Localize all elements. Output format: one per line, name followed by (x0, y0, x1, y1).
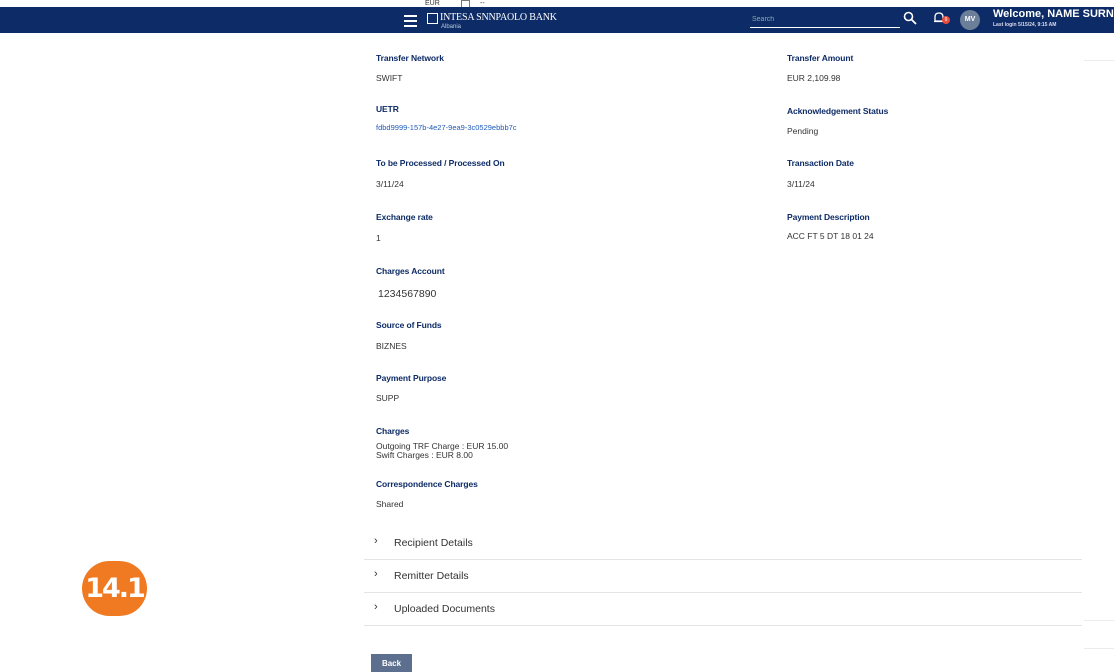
back-button[interactable]: Back (371, 654, 412, 672)
payment-purpose-value: SUPP (376, 393, 400, 403)
charges-label: Charges (376, 426, 410, 436)
ack-status-value: Pending (787, 126, 819, 136)
accordion-label: Remitter Details (394, 570, 469, 582)
correspondence-charges-label: Correspondence Charges (376, 479, 478, 489)
last-login-text: Last login 5/15/24, 9:15 AM (993, 22, 1057, 28)
chevron-right-icon: › (374, 568, 378, 580)
exchange-rate-label: Exchange rate (376, 212, 433, 222)
accordion-uploaded-documents[interactable]: › Uploaded Documents (364, 592, 1082, 626)
transfer-network-value: SWIFT (376, 73, 403, 83)
charges-account-value: 1234567890 (378, 288, 437, 300)
transaction-date-value: 3/11/24 (787, 179, 815, 189)
transfer-network-label: Transfer Network (376, 53, 444, 63)
charges-line-2: Swift Charges : EUR 8.00 (376, 450, 473, 460)
processed-on-value: 3/11/24 (376, 179, 404, 189)
side-divider (1084, 620, 1114, 621)
hamburger-menu-icon[interactable] (404, 13, 417, 27)
snippet-dash: -- (480, 0, 485, 7)
search-icon[interactable] (903, 11, 917, 25)
payment-description-label: Payment Description (787, 212, 870, 222)
uetr-label: UETR (376, 104, 399, 114)
source-of-funds-value: BIZNES (376, 341, 407, 351)
chevron-right-icon: › (374, 535, 378, 547)
source-of-funds-label: Source of Funds (376, 320, 442, 330)
exchange-rate-value: 1 (376, 233, 381, 243)
accordion-label: Uploaded Documents (394, 603, 495, 615)
transfer-amount-value: EUR 2,109.98 (787, 73, 841, 83)
bank-country: Albania (441, 24, 462, 30)
notification-badge: 9 (942, 16, 950, 24)
step-number-badge: 14.1 (82, 561, 147, 616)
correspondence-charges-value: Shared (376, 499, 404, 509)
payment-description-value: ACC FT 5 DT 18 01 24 (787, 231, 874, 241)
accordion-label: Recipient Details (394, 537, 473, 549)
avatar[interactable]: MV (960, 10, 980, 30)
uetr-value[interactable]: fdbd9999-157b-4e27-9ea9-3c0529ebbb7c (376, 123, 517, 132)
payment-purpose-label: Payment Purpose (376, 373, 447, 383)
ack-status-label: Acknowledgement Status (787, 106, 889, 116)
accordion-remitter-details[interactable]: › Remitter Details (364, 559, 1082, 593)
bank-name: INTESA SNNPAOLO BANK (440, 12, 557, 23)
side-divider (1084, 648, 1114, 649)
logo-mark-icon (427, 13, 438, 24)
chevron-right-icon: › (374, 601, 378, 613)
top-navigation-bar: INTESA SNNPAOLO BANK Albania 9 MV Welcom… (0, 7, 1114, 33)
transfer-amount-label: Transfer Amount (787, 53, 854, 63)
transaction-date-label: Transaction Date (787, 158, 854, 168)
side-divider (1084, 60, 1114, 61)
search-input[interactable] (750, 11, 900, 28)
charges-account-label: Charges Account (376, 266, 445, 276)
processed-on-label: To be Processed / Processed On (376, 158, 505, 168)
snippet-currency: EUR (425, 0, 440, 7)
accordion-recipient-details[interactable]: › Recipient Details (364, 526, 1082, 560)
welcome-text: Welcome, NAME SURN (993, 8, 1114, 20)
